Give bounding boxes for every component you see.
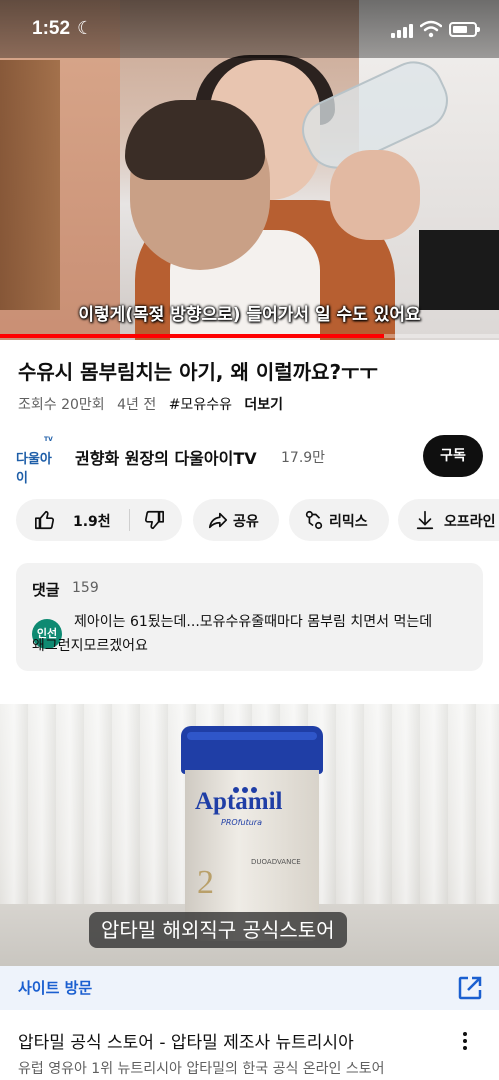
- status-time: 1:52: [32, 18, 71, 39]
- thumbs-up-icon[interactable]: [34, 509, 56, 531]
- product-can-lid-rim: [187, 732, 317, 740]
- upload-age: 4년 전: [117, 397, 157, 413]
- comments-count: 159: [72, 580, 99, 596]
- top-comment-text: 제아이는 61됬는데...모유수유줄때마다 몸부림 치면서 먹는데: [74, 614, 433, 630]
- external-link-icon[interactable]: [457, 975, 483, 1001]
- remix-icon: [305, 510, 323, 530]
- video-progress-fill: [0, 334, 385, 338]
- video-frame-hand: [330, 150, 420, 240]
- status-bar: 1:52 ☾: [0, 0, 499, 58]
- subscribe-button[interactable]: 구독: [423, 435, 483, 477]
- video-title[interactable]: 수유시 몸부림치는 아기, 왜 이럴까요?ㅜㅜ: [18, 356, 483, 385]
- share-icon: [208, 512, 228, 529]
- like-count: 1.9천: [73, 514, 111, 530]
- ad-title[interactable]: 압타밀 공식 스토어 - 압타밀 제조사 뉴트리시아: [18, 1028, 448, 1053]
- channel-avatar[interactable]: 다울아이 TV: [16, 436, 60, 486]
- video-frame-baby-hair: [125, 100, 265, 180]
- offline-download-button[interactable]: 오프라인: [398, 499, 499, 541]
- view-count: 조회수 20만회: [18, 397, 105, 413]
- offline-label: 오프라인: [444, 514, 496, 530]
- like-dislike-button[interactable]: 1.9천: [16, 499, 182, 541]
- more-options-icon[interactable]: [458, 1030, 472, 1052]
- product-type: DUOADVANCE: [251, 858, 301, 866]
- remix-button[interactable]: 리믹스: [289, 499, 389, 541]
- moon-icon: ☾: [77, 18, 94, 39]
- remix-label: 리믹스: [329, 514, 368, 530]
- ad-description: 유럽 영유아 1위 뉴트리시아 압타밀의 한국 공식 온라인 스토어: [18, 1061, 385, 1077]
- video-progress-bar[interactable]: [0, 334, 499, 338]
- battery-icon: [449, 22, 480, 37]
- channel-logo-tv: TV: [44, 436, 53, 443]
- visit-site-label[interactable]: 사이트 방문: [18, 977, 92, 998]
- subscriber-count: 17.9만: [281, 450, 326, 466]
- video-frame-monitor: [419, 230, 499, 310]
- comments-header: 댓글: [32, 581, 60, 599]
- comments-section[interactable]: 댓글 159 인선 제아이는 61됬는데...모유수유줄때마다 몸부림 치면서 …: [16, 563, 483, 671]
- product-image: Aptamil PROfutura DUOADVANCE 2: [181, 726, 323, 941]
- hashtag[interactable]: #모유수유: [169, 397, 232, 413]
- channel-name[interactable]: 권향화 원장의 다울아이TV: [75, 445, 257, 469]
- share-button[interactable]: 공유: [193, 499, 279, 541]
- product-stage: 2: [197, 864, 214, 901]
- action-bar: 1.9천 공유 리믹스 오프라인: [16, 499, 499, 541]
- channel-row[interactable]: 다울아이 TV 권향화 원장의 다울아이TV 17.9만 구독: [0, 430, 499, 486]
- product-brand: Aptamil: [195, 788, 283, 815]
- cellular-signal-icon: [391, 24, 415, 38]
- channel-logo-text: 다울아이: [16, 452, 52, 486]
- more-button[interactable]: 더보기: [244, 397, 283, 413]
- top-comment-text-continued: 왜그런지모르겠어요: [32, 638, 148, 654]
- video-metadata[interactable]: 조회수 20만회 4년 전 #모유수유 더보기: [18, 394, 291, 414]
- thumbs-down-icon[interactable]: [143, 509, 165, 531]
- product-sub-brand: PROfutura: [221, 818, 262, 827]
- download-icon: [416, 510, 434, 530]
- wifi-icon: [420, 20, 442, 38]
- video-subtitle: 이렇게(목젖 방향으로) 들어가서 일 수도 있어요: [78, 305, 421, 325]
- ad-caption: 압타밀 해외직구 공식스토어: [89, 912, 347, 948]
- visit-site-bar[interactable]: 사이트 방문: [0, 966, 499, 1010]
- share-label: 공유: [233, 514, 259, 530]
- video-frame-shelf: [0, 60, 60, 310]
- like-divider: [129, 509, 130, 531]
- product-logo-dots: [233, 778, 273, 793]
